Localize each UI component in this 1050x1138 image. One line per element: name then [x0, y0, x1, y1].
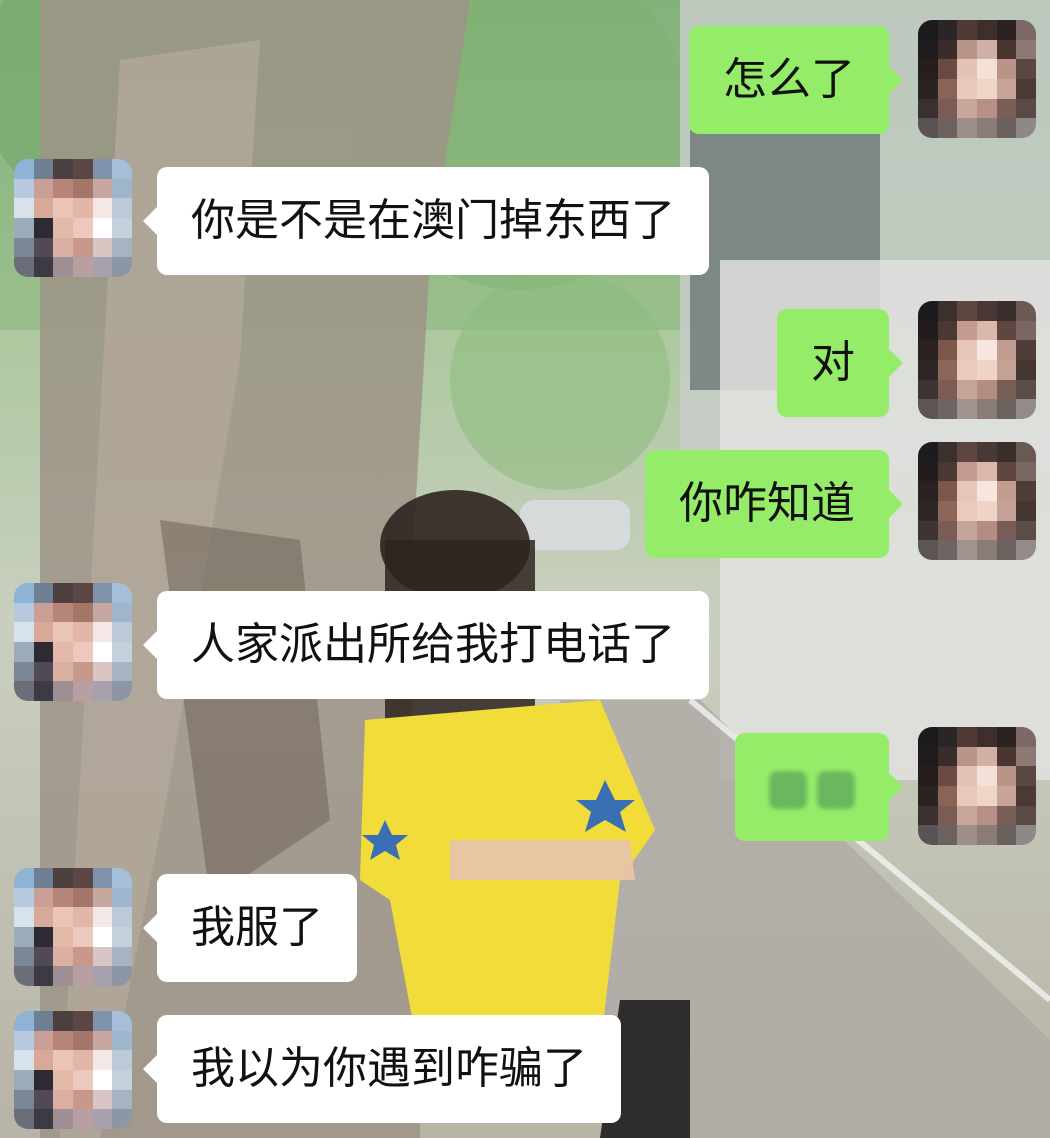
- pixelated-avatar-self-icon[interactable]: [918, 20, 1036, 138]
- incoming-message-bubble[interactable]: 你是不是在澳门掉东西了: [143, 167, 709, 275]
- incoming-message-bubble[interactable]: 我以为你遇到咋骗了: [143, 1015, 621, 1123]
- pixelated-avatar-self-icon[interactable]: [918, 442, 1036, 560]
- pixelated-avatar-contact-icon[interactable]: [14, 583, 132, 701]
- pixelated-avatar-self-icon[interactable]: [918, 301, 1036, 419]
- pixelated-avatar-self-icon[interactable]: [918, 727, 1036, 845]
- redacted-text-blur: [769, 767, 861, 811]
- pixelated-avatar-contact-icon[interactable]: [14, 868, 132, 986]
- pixelated-avatar-contact-icon[interactable]: [14, 159, 132, 277]
- pixelated-avatar-contact-icon[interactable]: [14, 1011, 132, 1129]
- outgoing-message-bubble[interactable]: 你咋知道: [645, 450, 903, 558]
- outgoing-message-bubble[interactable]: 怎么了: [689, 26, 903, 134]
- outgoing-message-bubble-redacted[interactable]: [735, 733, 903, 841]
- incoming-message-bubble[interactable]: 人家派出所给我打电话了: [143, 591, 709, 699]
- outgoing-message-bubble[interactable]: 对: [777, 309, 903, 417]
- incoming-message-bubble[interactable]: 我服了: [143, 874, 357, 982]
